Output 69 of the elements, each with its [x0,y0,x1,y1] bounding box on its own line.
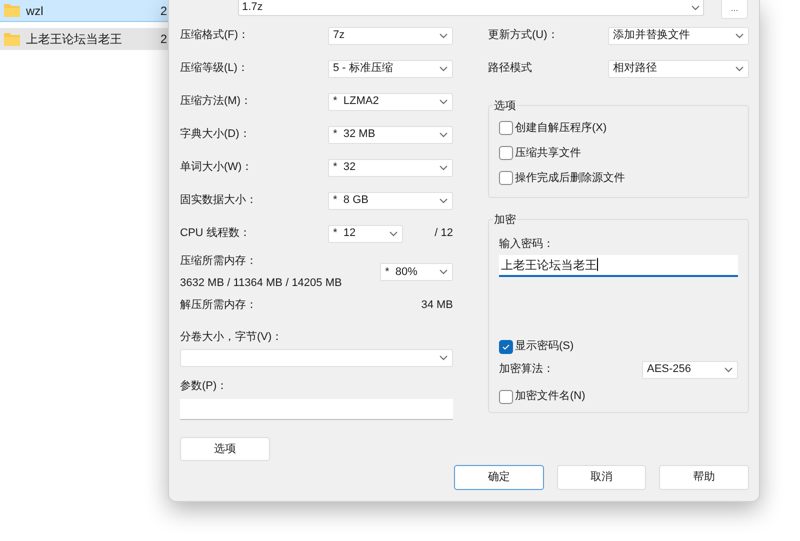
dropdown[interactable]: AES-256 [642,360,738,378]
setting-label: CPU 线程数： [180,226,252,242]
file-name: wzl [26,2,44,20]
volume-label: 分卷大小，字节(V)： [180,330,284,343]
encryption-method-label: 加密算法： [499,362,554,378]
chevron-down-icon [439,32,448,38]
browse-button[interactable]: ... [721,0,748,19]
dialog-button[interactable]: 确定 [454,465,544,490]
dropdown[interactable]: 相对路径 [608,60,749,78]
chevron-down-icon [439,66,448,72]
checkbox-label: 加密文件名(N) [515,388,586,404]
file-row[interactable]: 上老王论坛当老王 2 [0,28,168,50]
chevron-down-icon [439,164,448,170]
dialog-button[interactable]: 取消 [556,465,646,490]
parameters-field[interactable] [180,399,453,420]
checkmark-icon [502,344,510,350]
password-field[interactable]: 上老王论坛当老王 [499,254,738,276]
thread-total: / 12 [434,226,453,242]
checkbox[interactable] [499,121,513,135]
folder-icon [4,32,20,46]
chevron-down-icon [439,355,448,361]
memory-value: 34 MB [421,298,453,313]
dropdown[interactable]: * 12 [328,224,403,242]
setting-label: 字典大小(D)： [180,126,252,142]
setting-label: 压缩所需内存： [180,254,258,268]
checkbox[interactable] [499,340,513,354]
dropdown[interactable]: * LZMA2 [328,92,453,110]
chevron-down-icon [439,269,448,275]
archive-name-field[interactable]: 1.7z [238,0,704,16]
file-name: 上老王论坛当老王 [26,31,123,48]
setting-label: 压缩等级(L)： [180,60,250,76]
file-row[interactable]: wzl 2 [0,0,168,22]
chevron-down-icon [439,198,448,204]
checkbox[interactable] [499,146,513,160]
memory-usage: 3632 MB / 11364 MB / 14205 MB [180,276,343,291]
options-button[interactable]: 选项 [180,437,270,461]
password-label: 输入密码： [499,236,555,252]
checkbox-label: 创建自解压程序(X) [515,120,607,136]
dropdown[interactable]: * 32 MB [328,126,453,144]
checkbox[interactable] [499,171,513,185]
setting-label: 路径模式 [488,61,533,76]
setting-label: 单词大小(W)： [180,160,254,176]
dropdown[interactable]: * 80% [380,263,453,281]
setting-label: 解压所需内存： [180,298,257,313]
chevron-down-icon [389,230,398,236]
chevron-down-icon [735,66,744,72]
setting-label: 更新方式(U)： [488,28,560,44]
checkbox-label: 显示密码(S) [515,338,574,354]
file-date: 2 [160,31,168,48]
checkbox-label: 压缩共享文件 [515,146,581,161]
chevron-down-icon [724,366,733,372]
checkbox-label: 操作完成后删除源文件 [515,170,625,186]
chevron-down-icon [735,32,744,38]
dropdown[interactable]: 5 - 标准压缩 [328,60,453,78]
checkbox[interactable] [499,390,513,404]
dialog-button[interactable]: 帮助 [659,465,750,490]
parameters-label: 参数(P)： [180,379,229,392]
setting-label: 压缩方法(M)： [180,94,252,110]
chevron-down-icon [691,4,700,10]
file-date: 2 [160,2,168,20]
dropdown[interactable]: * 8 GB [328,192,453,210]
setting-label: 压缩格式(F)： [180,28,250,44]
dropdown[interactable]: 7z [328,26,453,44]
setting-label: 固实数据大小： [180,192,258,208]
folder-icon [4,4,20,17]
chevron-down-icon [439,132,448,138]
dropdown[interactable]: 添加并替换文件 [608,26,749,44]
dropdown[interactable]: * 32 [328,158,453,176]
chevron-down-icon [439,98,448,104]
